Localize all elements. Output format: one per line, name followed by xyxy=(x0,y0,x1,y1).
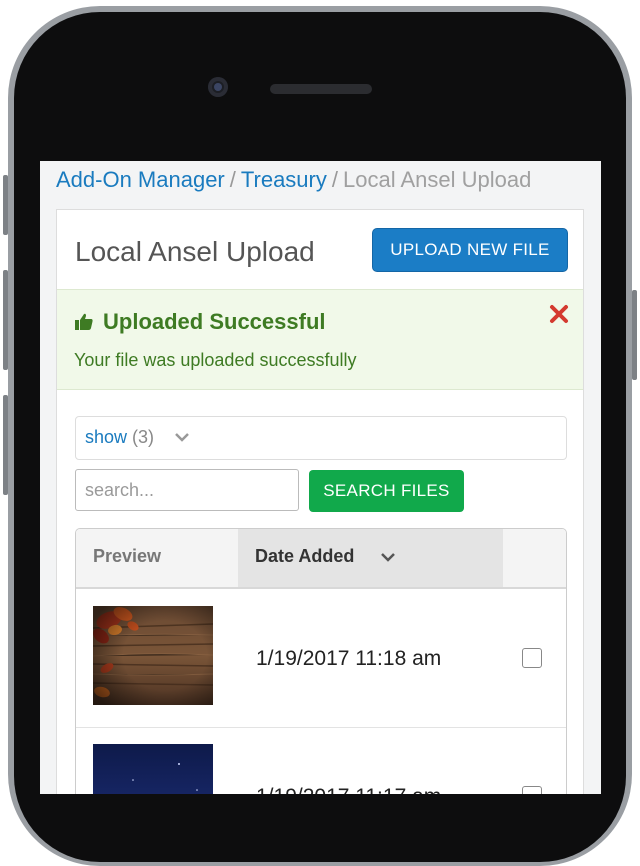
breadcrumb-separator: / xyxy=(331,167,338,192)
row-select-checkbox[interactable] xyxy=(522,648,542,668)
show-filter-dropdown[interactable]: show (3) xyxy=(75,416,567,460)
alert-title-text: Uploaded Successful xyxy=(103,309,326,334)
breadcrumb-current: Local Ansel Upload xyxy=(343,167,532,192)
column-header-preview[interactable]: Preview xyxy=(93,546,161,567)
night-sky-image xyxy=(93,744,213,794)
preview-thumbnail[interactable] xyxy=(93,606,213,705)
earpiece-speaker xyxy=(270,84,372,94)
breadcrumb: Add-On Manager / Treasury / Local Ansel Uplo… xyxy=(56,167,531,193)
volume-down-button xyxy=(3,395,8,495)
front-camera xyxy=(208,77,228,97)
sort-chevron-down-icon xyxy=(381,553,395,562)
table-row: 1/19/2017 11:17 am xyxy=(76,727,566,794)
row-select-checkbox[interactable] xyxy=(522,786,542,794)
success-alert: Uploaded Successful Your file was upload… xyxy=(57,289,583,390)
chevron-down-icon xyxy=(175,433,189,442)
phone-screen: Add-On Manager / Treasury / Local Ansel Uplo… xyxy=(40,161,601,794)
show-filter-text: show xyxy=(85,427,128,447)
preview-thumbnail[interactable] xyxy=(93,744,213,794)
breadcrumb-link-addon-manager[interactable]: Add-On Manager xyxy=(56,167,225,192)
autumn-leaves-image xyxy=(93,606,213,705)
mute-switch xyxy=(3,175,8,235)
power-button xyxy=(632,290,637,380)
row-date-added: 1/19/2017 11:18 am xyxy=(256,647,442,670)
row-date-added: 1/19/2017 11:17 am xyxy=(256,785,441,794)
search-files-button[interactable]: SEARCH FILES xyxy=(309,470,464,512)
search-input[interactable] xyxy=(75,469,299,511)
thumbs-up-icon xyxy=(75,313,93,330)
phone-frame: Add-On Manager / Treasury / Local Ansel Uplo… xyxy=(0,0,640,866)
page-title: Local Ansel Upload xyxy=(75,236,315,267)
upload-panel: Local Ansel Upload UPLOAD NEW FILE Uploa… xyxy=(56,209,584,794)
breadcrumb-link-treasury[interactable]: Treasury xyxy=(241,167,327,192)
show-filter-label: show (3) xyxy=(85,427,154,448)
close-icon[interactable] xyxy=(549,304,569,324)
breadcrumb-separator: / xyxy=(229,167,236,192)
alert-message: Your file was uploaded successfully xyxy=(74,350,357,370)
upload-new-file-button[interactable]: UPLOAD NEW FILE xyxy=(372,228,568,272)
alert-title: Uploaded Successful xyxy=(74,309,326,335)
table-header: Preview Date Added xyxy=(76,529,566,589)
show-filter-count: (3) xyxy=(132,427,155,447)
column-header-date-added-label: Date Added xyxy=(255,546,355,566)
table-row: 1/19/2017 11:18 am xyxy=(76,589,566,728)
volume-up-button xyxy=(3,270,8,370)
files-table: Preview Date Added 1/19/2017 11:18 am xyxy=(75,528,567,794)
column-header-date-added[interactable]: Date Added xyxy=(238,529,503,587)
